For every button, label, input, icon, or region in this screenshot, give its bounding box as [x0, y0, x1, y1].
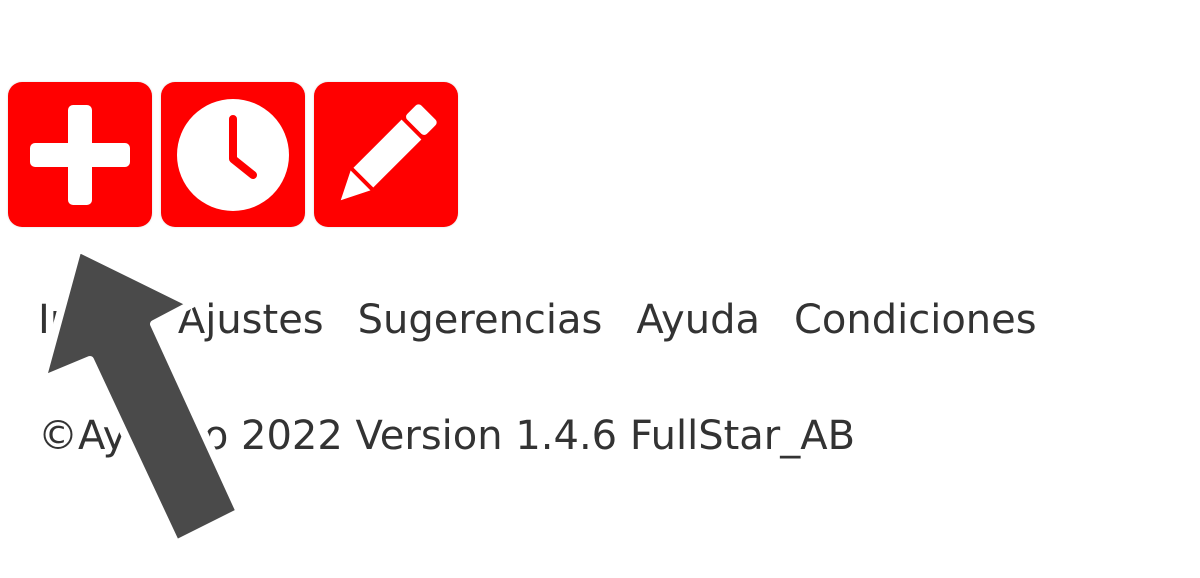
add-button[interactable] — [8, 82, 152, 227]
footer-link-condiciones[interactable]: Condiciones — [794, 297, 1037, 343]
footer-link-ajustes[interactable]: Ajustes — [178, 297, 324, 343]
clock-icon — [175, 97, 291, 213]
pencil-icon — [326, 95, 446, 215]
edit-button[interactable] — [314, 82, 458, 227]
plus-icon — [28, 103, 132, 207]
history-button[interactable] — [161, 82, 305, 227]
footer-link-ayuda[interactable]: Ayuda — [636, 297, 760, 343]
copyright-text: ©Ayuntio 2022 Version 1.4.6 FullStar_AB — [38, 413, 856, 459]
footer-link-inicio[interactable]: Inicio — [38, 297, 144, 343]
footer-nav: Inicio Ajustes Sugerencias Ayuda Condici… — [38, 297, 1037, 343]
pointer-arrow-icon — [38, 244, 244, 548]
toolbar — [8, 82, 458, 227]
footer-link-sugerencias[interactable]: Sugerencias — [358, 297, 603, 343]
